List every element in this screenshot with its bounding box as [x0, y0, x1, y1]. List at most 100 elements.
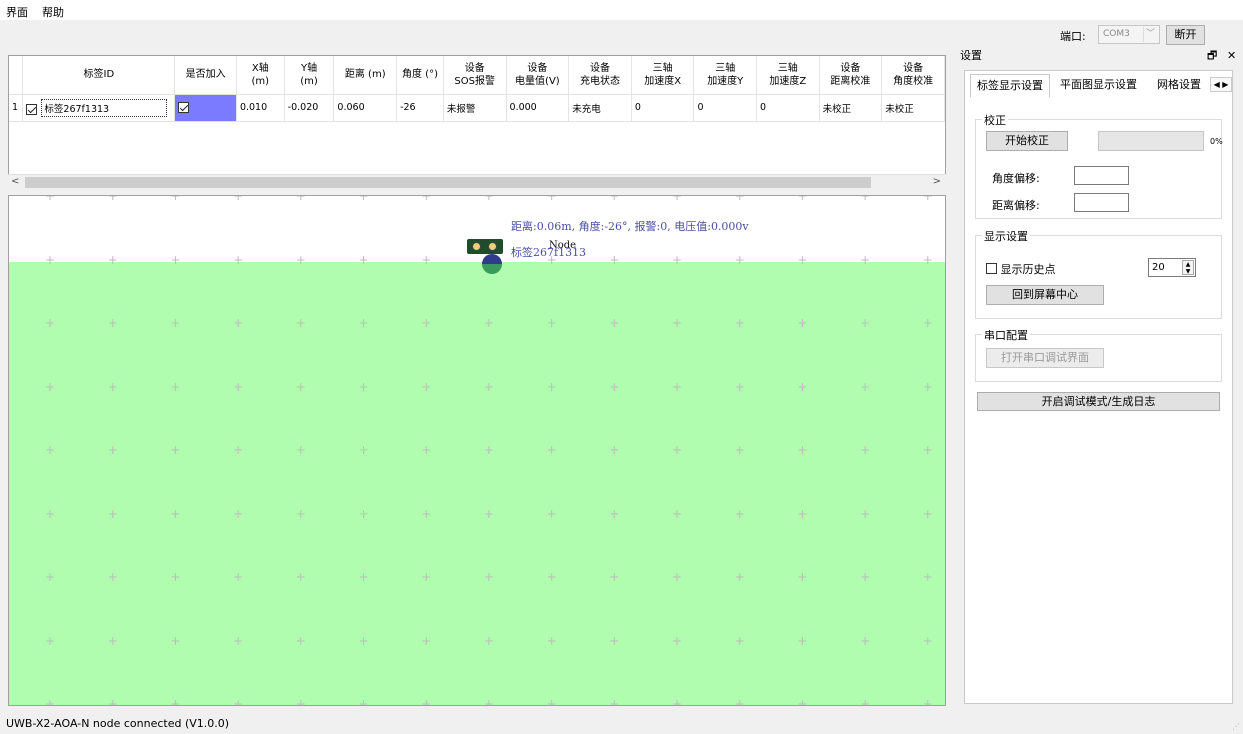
settings-panel-title: 设置 🗗 ✕ [957, 47, 1243, 64]
grid-plus-marker: + [170, 697, 181, 706]
column-header-az[interactable]: 三轴 加速度Z [756, 56, 820, 95]
node-icon[interactable] [467, 239, 503, 254]
column-header-dcal[interactable]: 设备 距离校准 [819, 56, 883, 95]
tag-position-marker[interactable] [482, 254, 502, 274]
column-header-joined[interactable]: 是否加入 [174, 56, 237, 95]
grid-plus-marker: + [233, 316, 244, 330]
empty-cell [694, 121, 757, 181]
joined-checkbox[interactable] [178, 102, 190, 113]
grid-plus-marker: + [672, 506, 683, 521]
grid-plus-marker: + [170, 633, 181, 648]
chevron-right-icon[interactable]: > [933, 176, 941, 187]
tab-floorplan-display[interactable]: 平面图显示设置 [1054, 74, 1143, 96]
column-header-tag_id[interactable]: 标签ID [22, 56, 176, 95]
disconnect-button[interactable]: 断开 [1166, 25, 1205, 45]
cell-ax[interactable]: 0 [631, 94, 695, 122]
start-calibration-button[interactable]: 开始校正 [986, 131, 1068, 151]
grid-plus-marker: + [546, 570, 557, 584]
menu-item-interface[interactable]: 界面 [6, 4, 28, 20]
grid-plus-marker: + [483, 697, 494, 706]
grid-plus-marker: + [922, 570, 933, 584]
empty-cell [631, 121, 694, 181]
grid-plus-marker: + [734, 443, 745, 457]
recenter-button[interactable]: 回到屏幕中心 [986, 285, 1104, 305]
grid-plus-marker: + [734, 379, 745, 394]
tag-id-text: 标签267f1313 [41, 98, 168, 117]
cell-acal[interactable]: 未校正 [881, 94, 945, 122]
grid-plus-marker: + [45, 443, 56, 457]
calibration-group: 校正 开始校正 0% 角度偏移: 距离偏移: [975, 112, 1223, 219]
angle-offset-input[interactable] [1074, 166, 1129, 185]
calibration-progress-text: 0% [1210, 137, 1223, 146]
grid-plus-marker: + [358, 316, 369, 330]
port-label: 端口: [1060, 30, 1086, 43]
grid-plus-marker: + [358, 379, 369, 394]
cell-x[interactable]: 0.010 [236, 94, 285, 122]
grid-plus-marker: + [483, 570, 494, 584]
table-header-row: 标签ID 是否加入 X轴 (m) Y轴 (m) 距离 (m) 角度 (°) 设备 SOS报警… [9, 56, 945, 95]
grid-plus-marker: + [45, 379, 56, 394]
tag-info-text: 距离:0.06m, 角度:-26°, 报警:0, 电压值:0.000v [511, 220, 749, 233]
column-header-acal[interactable]: 设备 角度校准 [881, 56, 945, 95]
cell-tag_id[interactable]: 标签267f1313 [22, 94, 176, 122]
empty-cell [443, 121, 506, 181]
column-header-sos[interactable]: 设备 SOS报警 [443, 56, 507, 95]
history-count-spinner[interactable]: 20 ▲ ▼ [1148, 258, 1196, 277]
grid-plus-marker: + [609, 252, 620, 267]
column-header-charge[interactable]: 设备 充电状态 [568, 56, 632, 95]
cell-ay[interactable]: 0 [693, 94, 758, 122]
map-canvas[interactable]: + + + + + + + + + + + + + + + + + + + + + + + + + + + + + + + + + + + + + + + +… [8, 195, 946, 706]
table-row[interactable]: 1 标签267f1313 0.010 -0.020 0.060 -26 未报警 0.000 未充… [9, 94, 945, 122]
table-row-empty [9, 121, 945, 181]
empty-cell [506, 121, 569, 181]
row-select-checkbox[interactable] [26, 103, 38, 115]
grid-plus-marker: + [609, 697, 620, 706]
empty-cell [819, 121, 882, 181]
scrollbar-thumb[interactable] [25, 177, 871, 188]
column-header-angle[interactable]: 角度 (°) [396, 56, 444, 95]
open-serial-debug-button[interactable]: 打开串口调试界面 [986, 348, 1104, 368]
tab-tag-display[interactable]: 标签显示设置 [970, 74, 1050, 97]
grid-plus-marker: + [734, 195, 745, 203]
show-history-checkbox[interactable]: 显示历史点 [986, 261, 1056, 277]
grid-plus-marker: + [922, 443, 933, 457]
close-icon[interactable]: ✕ [1227, 47, 1236, 64]
grid-plus-marker: + [421, 379, 432, 394]
cell-charge[interactable]: 未充电 [568, 94, 632, 122]
grid-plus-marker: + [233, 252, 244, 267]
column-header-x[interactable]: X轴 (m) [236, 56, 285, 95]
chevron-left-icon[interactable]: < [11, 176, 19, 187]
checkbox-icon[interactable] [986, 263, 997, 274]
cell-az[interactable]: 0 [756, 94, 820, 122]
cell-sos[interactable]: 未报警 [443, 94, 507, 122]
debug-mode-button[interactable]: 开启调试模式/生成日志 [977, 392, 1220, 411]
grid-plus-marker: + [170, 570, 181, 584]
column-header-dist[interactable]: 距离 (m) [333, 56, 398, 95]
cell-joined[interactable] [174, 94, 237, 122]
horizontal-scrollbar[interactable]: < > [8, 174, 946, 189]
grid-plus-marker: + [922, 633, 933, 648]
cell-volt[interactable]: 0.000 [506, 94, 570, 122]
menu-item-help[interactable]: 帮助 [42, 4, 64, 20]
column-header-volt[interactable]: 设备 电量值(V) [506, 56, 570, 95]
resize-grip-icon[interactable]: ⋰ [1232, 722, 1240, 731]
distance-offset-input[interactable] [1074, 193, 1129, 212]
tab-scroll-arrows-icon[interactable]: ◀ ▶ [1210, 77, 1232, 92]
cell-y[interactable]: -0.020 [284, 94, 335, 122]
grid-plus-marker: + [860, 316, 871, 330]
column-header-y[interactable]: Y轴 (m) [284, 56, 335, 95]
grid-plus-marker: + [922, 379, 933, 394]
grid-plus-marker: + [483, 633, 494, 648]
float-window-icon[interactable]: 🗗 [1207, 47, 1217, 64]
cell-angle[interactable]: -26 [396, 94, 444, 122]
port-select[interactable]: COM3 ﹀ [1098, 25, 1160, 44]
cell-rownum[interactable]: 1 [9, 94, 24, 122]
cell-dist[interactable]: 0.060 [333, 94, 398, 122]
spinner-arrows-icon[interactable]: ▲ ▼ [1182, 260, 1194, 275]
grid-plus-marker: + [797, 443, 808, 457]
column-header-ax[interactable]: 三轴 加速度X [631, 56, 695, 95]
column-header-rownum[interactable] [9, 56, 24, 95]
column-header-ay[interactable]: 三轴 加速度Y [693, 56, 758, 95]
cell-dcal[interactable]: 未校正 [819, 94, 883, 122]
tab-grid-settings[interactable]: 网格设置 [1151, 74, 1207, 96]
